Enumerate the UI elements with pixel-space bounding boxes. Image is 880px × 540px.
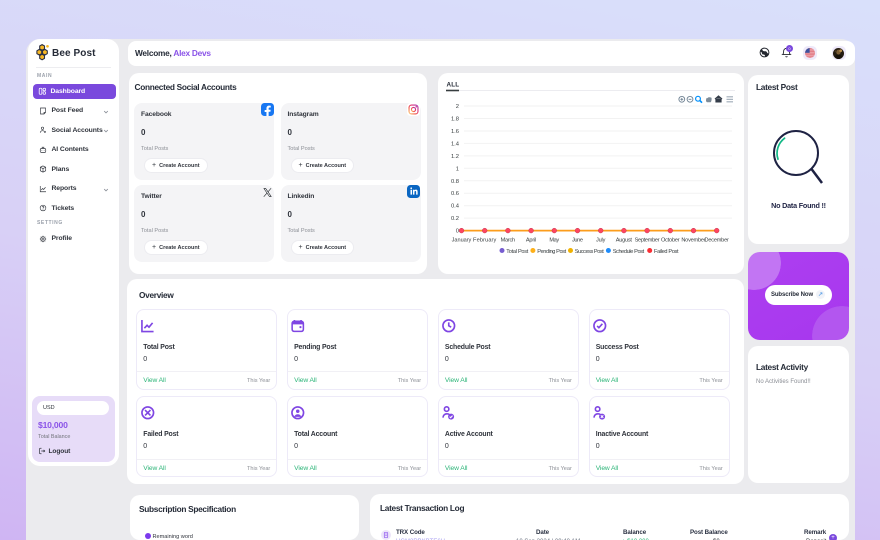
svg-text:April: April [525,237,536,243]
svg-text:ALL: ALL [446,82,459,89]
svg-text:March: March [500,237,515,243]
svg-text:0.6: 0.6 [450,191,458,197]
svg-text:1.8: 1.8 [450,117,458,123]
svg-text:September: September [634,237,659,243]
svg-text:July: July [595,237,605,243]
svg-text:January: January [451,237,471,243]
svg-text:Failed Post: Failed Post [654,249,679,255]
svg-text:0.8: 0.8 [450,179,458,185]
svg-text:Schedule Post: Schedule Post [612,249,644,255]
svg-text:December: December [704,237,728,243]
svg-text:October: October [660,237,679,243]
svg-text:May: May [549,237,559,243]
svg-text:1.4: 1.4 [450,141,459,147]
svg-text:1: 1 [455,166,458,172]
svg-text:1.2: 1.2 [450,154,458,160]
svg-text:0.4: 0.4 [450,204,459,210]
svg-text:November: November [681,237,705,243]
svg-text:2: 2 [455,104,458,110]
svg-text:Pending Post: Pending Post [537,249,566,255]
svg-text:0: 0 [455,229,458,235]
svg-text:June: June [572,237,583,243]
svg-text:0.2: 0.2 [450,216,458,222]
svg-text:1.6: 1.6 [450,129,458,135]
svg-text:August: August [615,237,632,243]
svg-text:Total Post: Total Post [506,249,528,255]
svg-text:February: February [473,237,497,243]
svg-text:Success Post: Success Post [574,249,603,255]
